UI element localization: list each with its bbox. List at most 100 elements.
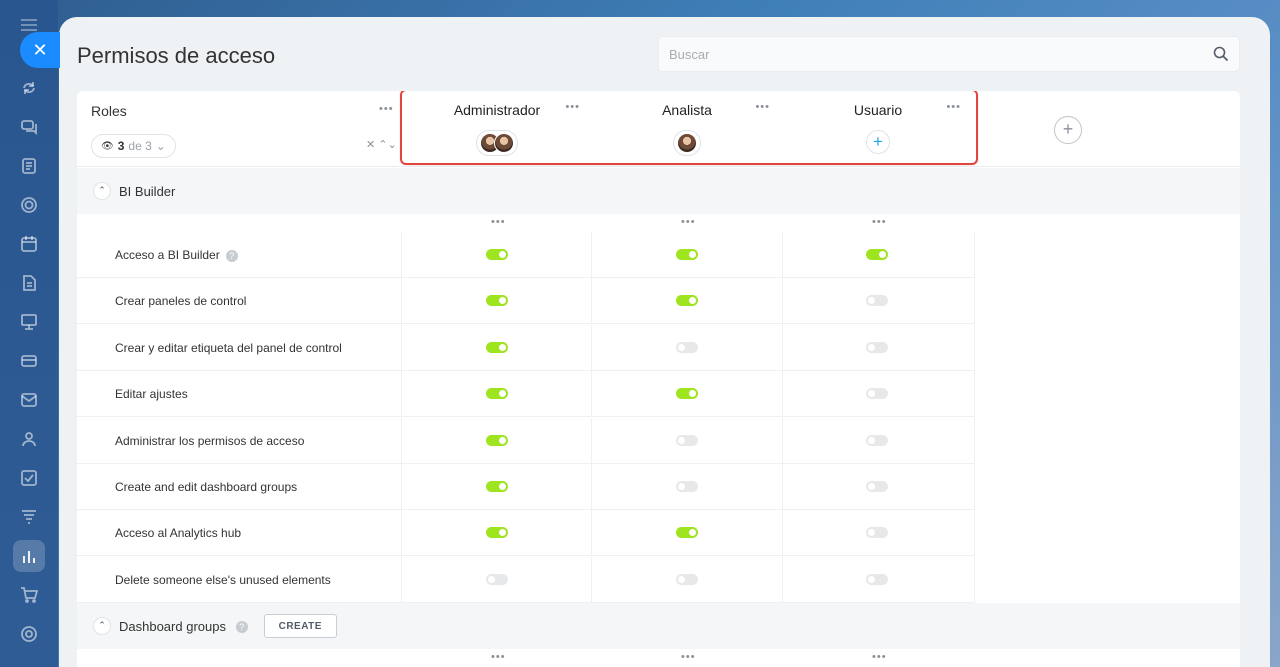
column-divider [782,324,783,371]
sidebar-item-cart[interactable] [13,579,45,611]
column-more-icon[interactable]: ••• [872,217,887,228]
column-divider [974,417,975,464]
role-more-icon[interactable]: ••• [565,102,580,113]
permission-toggle[interactable] [676,434,698,446]
sidebar-item-card[interactable] [13,345,45,377]
access-permissions-panel: Permisos de acceso Roles ••• 👁 3 de 3 ⌄ … [59,17,1270,667]
close-button[interactable]: ✕ [20,32,60,68]
help-icon[interactable]: ? [235,621,248,634]
sidebar-item-file[interactable] [13,267,45,299]
column-divider [401,371,402,418]
permission-label: Acceso a BI Builder? [115,248,238,262]
column-more-icon[interactable]: ••• [491,652,506,663]
document-icon [22,158,36,174]
permission-toggle[interactable] [866,527,888,539]
permission-toggle[interactable] [486,573,508,585]
permission-toggle[interactable] [676,295,698,307]
column-divider [974,556,975,603]
section-bi-builder[interactable]: ⌃ BI Builder [77,168,1240,214]
sidebar-item-bar-chart[interactable] [13,540,45,572]
role-members[interactable] [476,130,518,156]
column-divider [974,510,975,557]
role-name[interactable]: Usuario [783,102,973,118]
chevron-up-icon[interactable]: ⌃ [93,182,111,200]
permission-toggle[interactable] [486,434,508,446]
permission-toggle[interactable] [866,481,888,492]
permission-toggle[interactable] [676,388,698,400]
permission-toggle[interactable] [486,249,508,260]
permission-toggle[interactable] [676,527,698,539]
help-icon[interactable]: ? [225,249,238,262]
close-icon: ✕ [32,39,48,60]
permission-toggle[interactable] [676,573,698,585]
permission-label-text: Crear y editar etiqueta del panel de con… [115,340,342,355]
search-box[interactable] [658,36,1240,72]
permission-label: Administrar los permisos de acceso [115,434,304,448]
permission-toggle[interactable] [676,341,698,353]
column-more-icon[interactable]: ••• [491,217,506,228]
add-role-button[interactable]: + [1054,116,1082,144]
permission-toggle[interactable] [676,249,698,260]
sidebar-item-circle[interactable] [13,189,45,221]
permission-toggle[interactable] [866,434,888,446]
permission-toggle[interactable] [866,249,888,260]
create-button[interactable]: CREATE [263,614,337,638]
search-icon[interactable] [1213,46,1229,62]
column-more-icon[interactable]: ••• [872,652,887,663]
permission-row: Acceso al Analytics hub [77,510,975,557]
search-input[interactable] [659,37,1239,71]
permission-toggle[interactable] [676,481,698,492]
roles-filter[interactable]: 👁 3 de 3 ⌄ [91,134,176,158]
users-icon [22,432,36,447]
circle-icon [21,197,37,213]
bar-chart-icon [23,551,35,563]
role-avatars [402,130,592,156]
add-user-button[interactable]: + [866,130,890,154]
permission-toggle[interactable] [866,573,888,585]
sidebar-item-document[interactable] [13,150,45,182]
sidebar-item-settings[interactable] [13,618,45,650]
sidebar-item-recycle[interactable] [13,72,45,104]
roles-title: Roles [91,103,127,119]
roles-filter-count: 3 [117,139,125,153]
role-more-icon[interactable]: ••• [755,102,770,113]
permission-label-text: Acceso al Analytics hub [115,526,242,541]
role-name[interactable]: Analista [592,102,782,118]
file-icon [23,275,36,291]
calendar-icon [21,236,37,252]
column-divider [591,371,592,418]
role-column-1: Analista ••• [592,91,782,167]
permission-toggle[interactable] [866,388,888,400]
section-title-text: Dashboard groups [119,618,226,634]
permission-label-text: Editar ajustes [115,387,188,402]
sidebar-item-calendar[interactable] [13,228,45,260]
permission-toggle[interactable] [486,295,508,307]
permission-toggle[interactable] [486,341,508,353]
permission-toggle[interactable] [486,527,508,539]
permission-label-text: Delete someone else's unused elements [115,572,331,587]
column-divider [401,232,402,278]
role-members[interactable] [673,130,701,156]
permission-row: Create and edit dashboard groups [77,464,975,510]
sidebar-item-users[interactable] [13,423,45,455]
sidebar-item-filter-funnel[interactable] [13,501,45,533]
permission-toggle[interactable] [486,481,508,492]
role-more-icon[interactable]: ••• [946,102,961,113]
section-title: Dashboard groups ? [119,619,248,634]
permission-toggle[interactable] [866,341,888,353]
sidebar-item-presentation[interactable] [13,306,45,338]
chevron-up-icon[interactable]: ⌃ [93,617,111,635]
collapse-expand-icon[interactable]: ✕ ⌃⌄ [366,138,397,151]
role-name[interactable]: Administrador [402,102,592,118]
permission-toggle[interactable] [866,295,888,307]
column-more-icon[interactable]: ••• [681,217,696,228]
menu-icon[interactable] [21,19,37,31]
permission-toggle[interactable] [486,388,508,400]
sidebar-item-chat[interactable] [13,111,45,143]
cart-icon [21,587,38,603]
roles-more-icon[interactable]: ••• [379,104,394,115]
sidebar-item-mail[interactable] [13,384,45,416]
sidebar-item-checkbox[interactable] [13,462,45,494]
column-more-icon[interactable]: ••• [681,652,696,663]
section-dashboard-groups[interactable]: ⌃ Dashboard groups ? CREATE [77,603,1240,649]
